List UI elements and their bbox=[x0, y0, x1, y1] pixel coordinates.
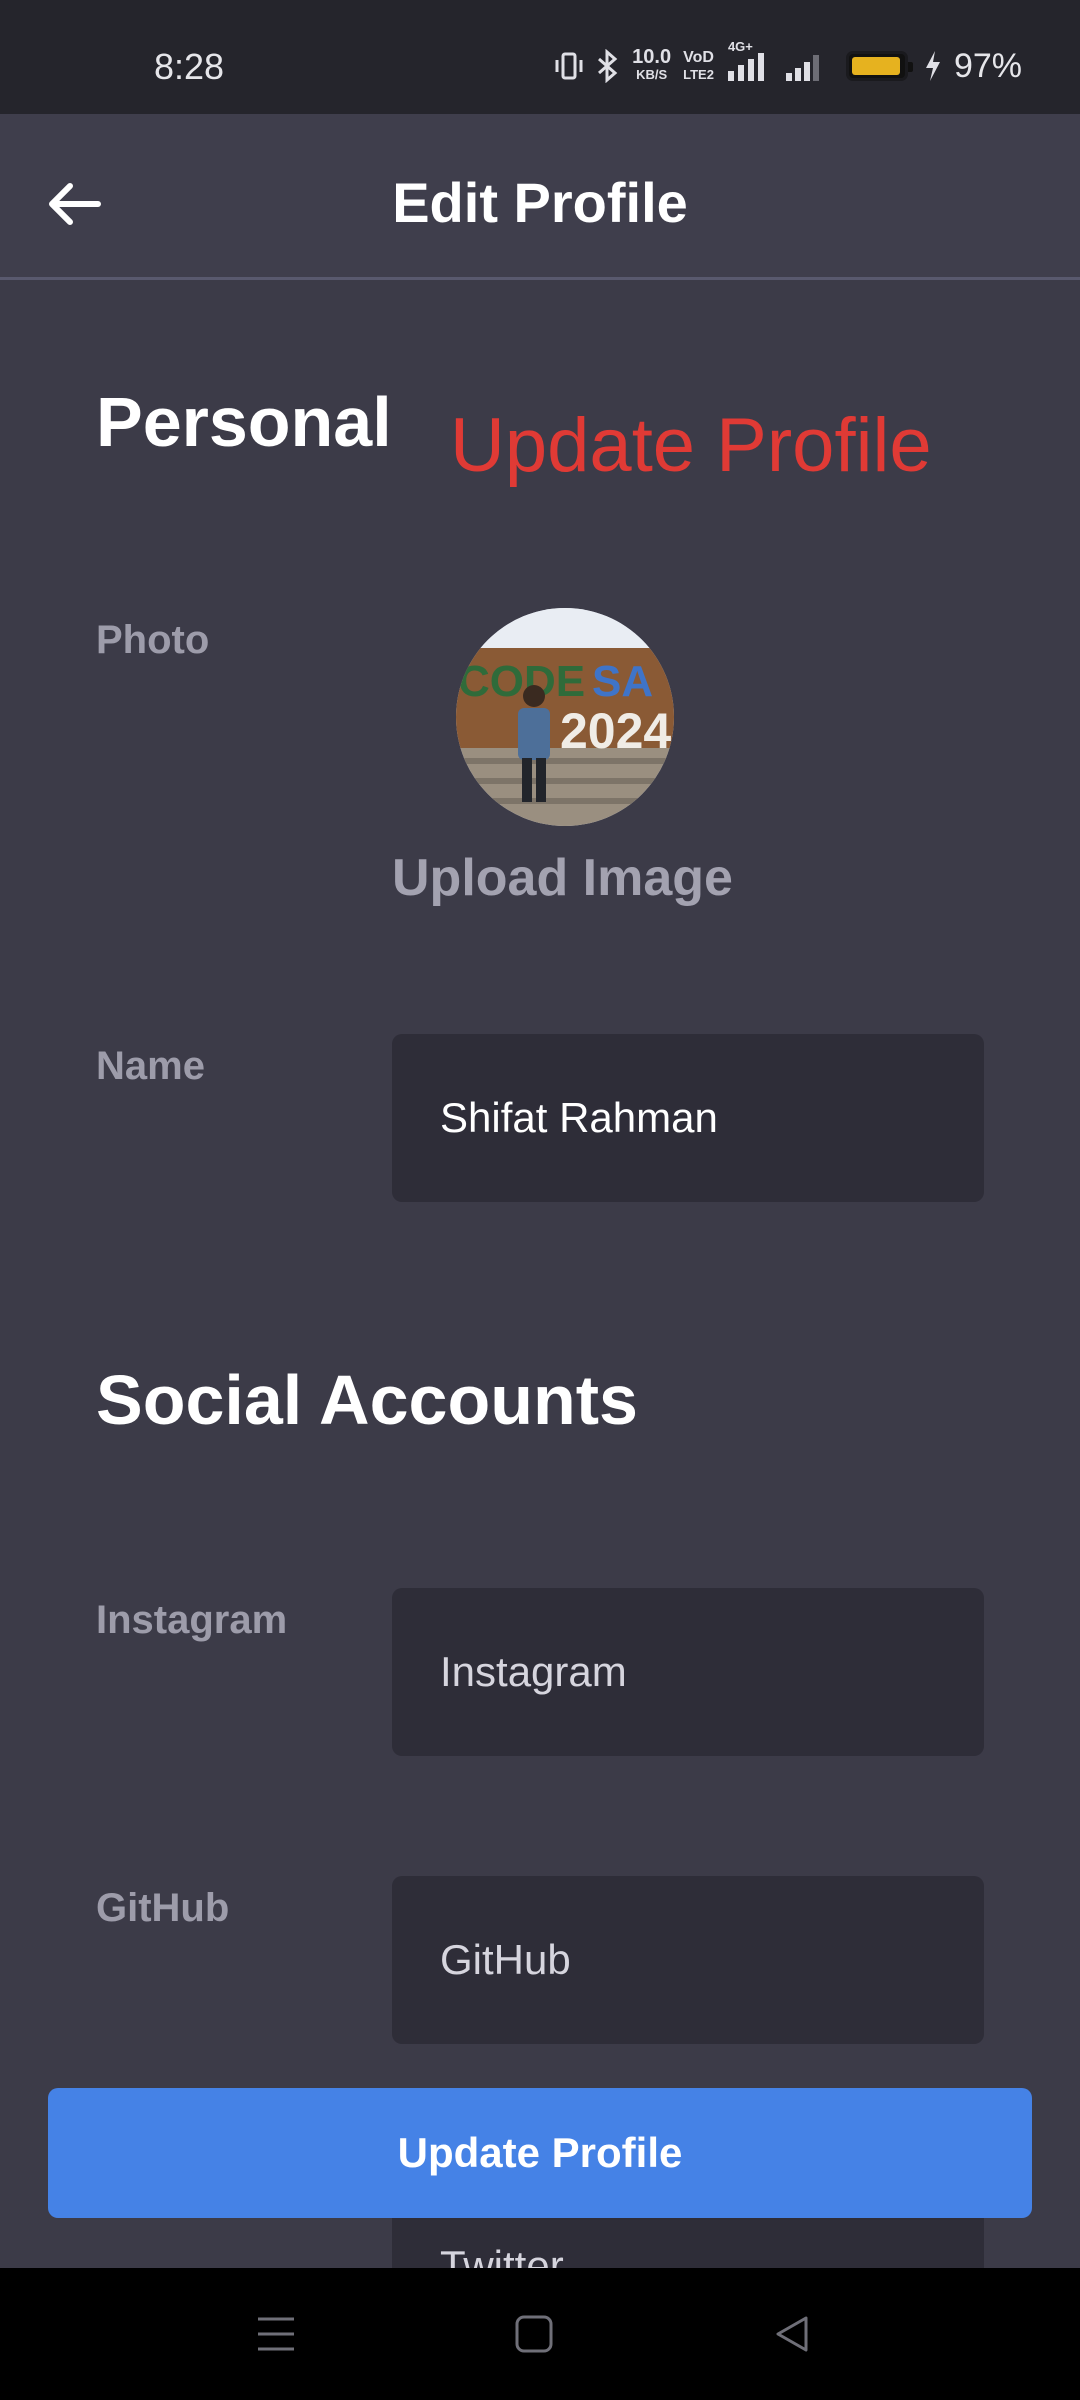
update-profile-button[interactable]: Update Profile bbox=[48, 2088, 1032, 2218]
social-accounts-section-title: Social Accounts bbox=[96, 1361, 638, 1439]
photo-label: Photo bbox=[96, 618, 210, 662]
menu-icon[interactable] bbox=[246, 2312, 306, 2356]
signal-icon bbox=[784, 49, 824, 83]
status-time: 8:28 bbox=[154, 46, 225, 87]
avatar-banner-text-left: CODE bbox=[458, 657, 585, 706]
instagram-label: Instagram bbox=[96, 1598, 288, 1642]
avatar-banner-year: 2024 bbox=[560, 703, 671, 759]
github-label: GitHub bbox=[96, 1886, 230, 1930]
charging-icon bbox=[924, 50, 942, 82]
upload-image-link[interactable]: Upload Image bbox=[392, 848, 733, 908]
vibrate-icon bbox=[554, 50, 584, 82]
volte-indicator: VoD LTE2 bbox=[683, 49, 714, 83]
avatar[interactable]: CODE SA 2024 bbox=[456, 608, 674, 826]
battery-fill bbox=[851, 57, 901, 75]
bluetooth-icon bbox=[596, 49, 620, 83]
volte-bottom: LTE2 bbox=[683, 67, 714, 82]
screen: 8:28 10.0 KB/S VoD LTE2 4G+ 97% Edit Pro… bbox=[0, 0, 1080, 2400]
name-input[interactable] bbox=[392, 1034, 984, 1202]
back-triangle-icon[interactable] bbox=[762, 2312, 822, 2356]
status-icons: 10.0 KB/S VoD LTE2 4G+ 97% bbox=[554, 39, 1022, 88]
net-speed: 10.0 KB/S bbox=[632, 46, 672, 83]
update-profile-overlay-text: Update Profile bbox=[450, 403, 932, 488]
status-bar: 8:28 10.0 KB/S VoD LTE2 4G+ 97% bbox=[0, 0, 1080, 114]
net-speed-value: 10.0 bbox=[632, 46, 672, 68]
instagram-input[interactable] bbox=[392, 1588, 984, 1756]
signal-icon: 4G+ bbox=[726, 39, 772, 83]
battery-icon bbox=[845, 51, 913, 81]
system-nav-bar bbox=[0, 2268, 1080, 2400]
battery-tip bbox=[907, 62, 913, 72]
battery-percent: 97% bbox=[953, 46, 1022, 85]
page-title: Edit Profile bbox=[392, 171, 688, 234]
net-speed-unit: KB/S bbox=[636, 67, 668, 82]
avatar-banner-text-right: SA bbox=[592, 657, 653, 706]
personal-section-title: Personal bbox=[96, 383, 392, 461]
app-bar: Edit Profile bbox=[0, 114, 1080, 280]
avatar-photo: CODE SA 2024 bbox=[456, 608, 674, 826]
name-label: Name bbox=[96, 1044, 205, 1088]
home-square-icon[interactable] bbox=[504, 2312, 564, 2356]
network-type: 4G+ bbox=[727, 39, 753, 54]
github-input[interactable] bbox=[392, 1876, 984, 2044]
volte-top: VoD bbox=[683, 49, 714, 66]
